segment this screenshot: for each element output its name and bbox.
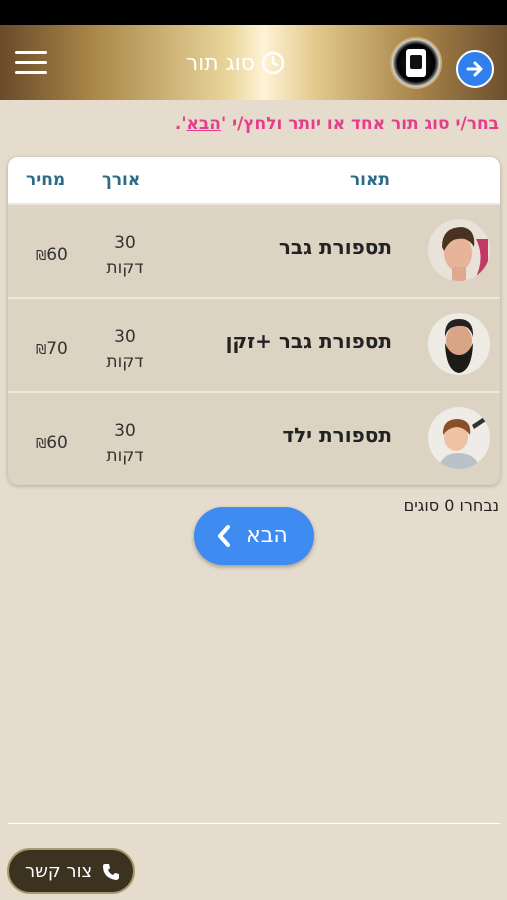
currency-symbol: ₪ — [36, 249, 47, 264]
service-duration: 30 דקות — [100, 325, 150, 375]
phone-icon — [103, 864, 119, 880]
service-name: תספורת גבר — [278, 235, 392, 259]
service-duration: 30 דקות — [100, 231, 150, 281]
table-header: תאור אורך מחיר — [8, 157, 500, 203]
arrow-right-icon — [466, 61, 483, 77]
price-value: 60 — [46, 245, 68, 265]
service-price: ₪60 — [32, 433, 68, 453]
instruction-suffix: '. — [174, 114, 187, 134]
duration-unit: דקות — [106, 352, 144, 372]
service-name: תספורת גבר +זקן — [225, 329, 392, 353]
service-row[interactable]: תספורת גבר 30 דקות ₪60 — [8, 203, 500, 296]
services-table: תאור אורך מחיר תספורת גבר 30 דקות ₪60 תס… — [8, 157, 500, 485]
column-price: מחיר — [26, 170, 66, 190]
column-description: תאור — [349, 170, 390, 190]
barbershop-logo — [390, 37, 442, 89]
currency-symbol: ₪ — [36, 343, 47, 358]
footer-divider — [8, 823, 500, 824]
selected-count: נבחרו 0 סוגים — [403, 496, 499, 515]
forward-button[interactable] — [456, 50, 494, 88]
next-button[interactable]: הבא — [194, 507, 314, 565]
clock-icon — [261, 51, 285, 75]
next-link[interactable]: הבא — [187, 114, 221, 134]
hamburger-menu-icon[interactable] — [15, 51, 47, 75]
duration-value: 30 — [114, 233, 136, 253]
next-button-label: הבא — [246, 523, 288, 548]
app-header: סוג תור — [0, 25, 507, 100]
service-name: תספורת ילד — [282, 423, 392, 447]
service-row[interactable]: תספורת גבר +זקן 30 דקות ₪70 — [8, 297, 500, 390]
page-title-text: סוג תור — [185, 50, 255, 76]
duration-value: 30 — [114, 327, 136, 347]
currency-symbol: ₪ — [36, 437, 47, 452]
service-duration: 30 דקות — [100, 419, 150, 469]
service-price: ₪70 — [32, 339, 68, 359]
chevron-left-icon — [218, 525, 230, 547]
duration-unit: דקות — [106, 446, 144, 466]
service-price: ₪60 — [32, 245, 68, 265]
man-beard-photo — [428, 313, 490, 375]
duration-value: 30 — [114, 421, 136, 441]
instruction-prefix: בחר/י סוג תור אחד או יותר ולחץ/י ' — [220, 114, 499, 134]
contact-button-label: צור קשר — [25, 861, 93, 882]
instruction-text: בחר/י סוג תור אחד או יותר ולחץ/י 'הבא'. — [19, 114, 499, 134]
duration-unit: דקות — [106, 258, 144, 278]
price-value: 60 — [46, 433, 68, 453]
status-bar — [0, 0, 507, 25]
column-length: אורך — [102, 170, 141, 190]
contact-button[interactable]: צור קשר — [7, 848, 135, 894]
page-title: סוג תור — [165, 47, 285, 79]
man-haircut-photo — [428, 219, 490, 281]
child-haircut-photo — [428, 407, 490, 469]
service-row[interactable]: תספורת ילד 30 דקות ₪60 — [8, 391, 500, 484]
price-value: 70 — [46, 339, 68, 359]
